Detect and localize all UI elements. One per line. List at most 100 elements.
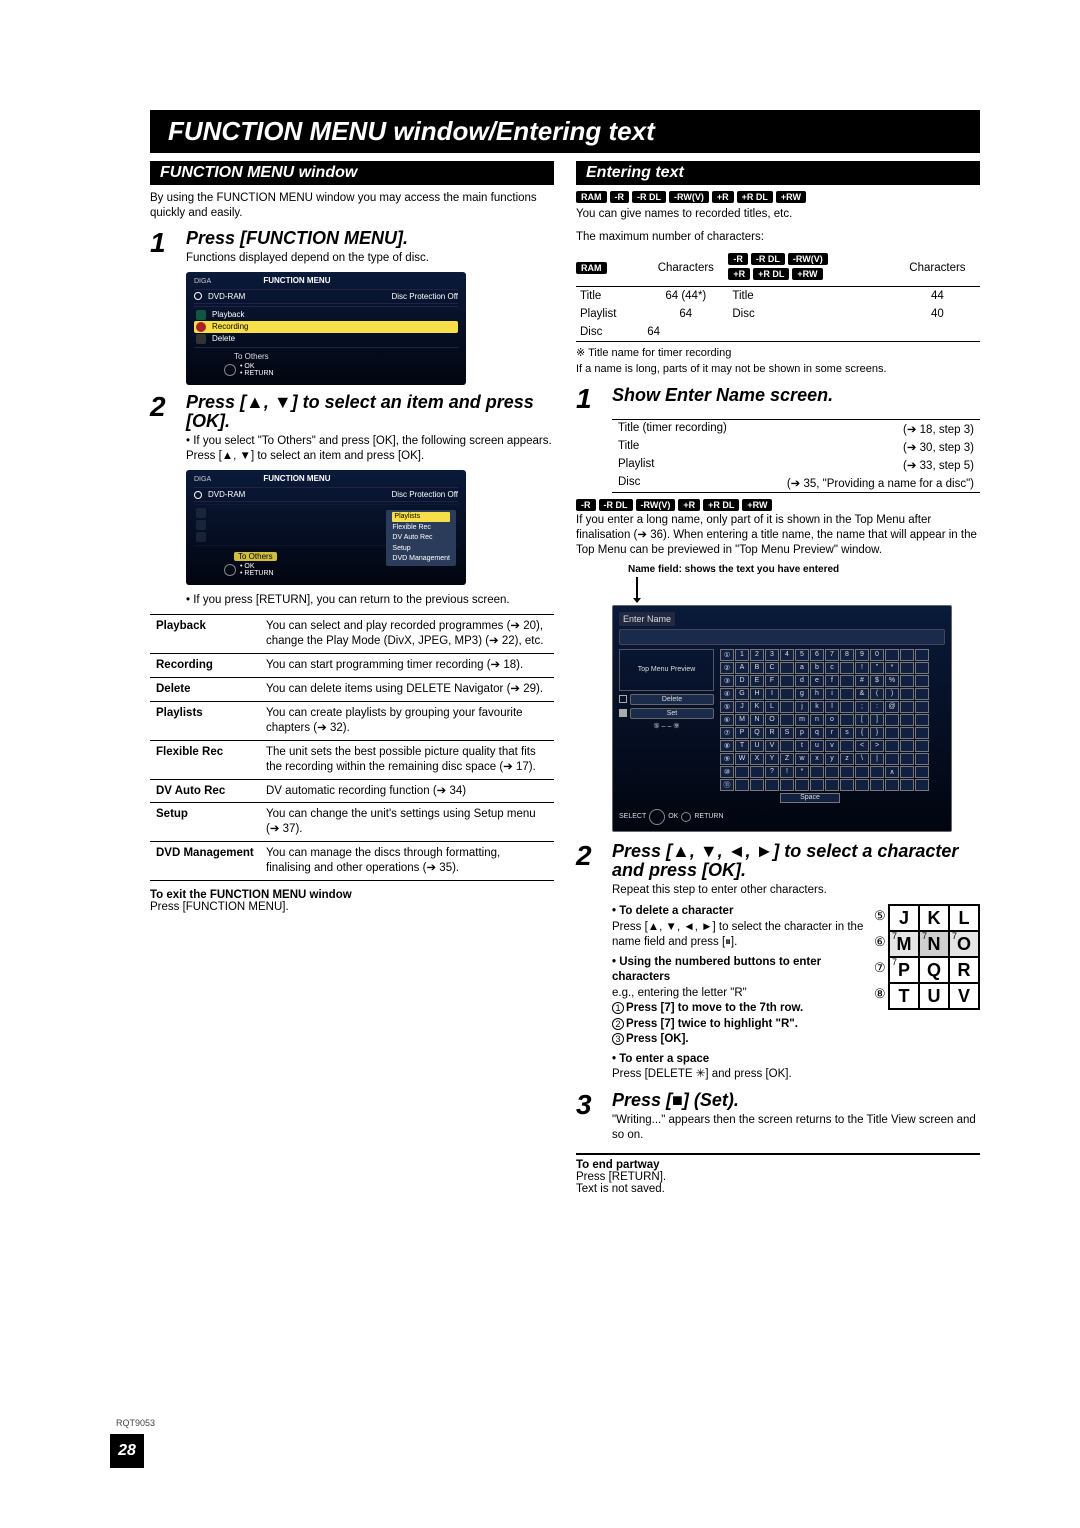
grid-cell[interactable] — [900, 714, 914, 726]
space-key[interactable]: Space — [780, 793, 840, 803]
grid-cell[interactable]: 8 — [840, 649, 854, 661]
grid-cell[interactable]: y — [825, 753, 839, 765]
grid-cell[interactable] — [855, 779, 869, 791]
grid-cell[interactable]: ④ — [720, 688, 734, 700]
grid-cell[interactable]: > — [870, 740, 884, 752]
grid-cell[interactable] — [825, 779, 839, 791]
grid-cell[interactable]: ③ — [720, 675, 734, 687]
grid-cell[interactable] — [885, 649, 899, 661]
grid-cell[interactable]: q — [810, 727, 824, 739]
set-button[interactable]: Set — [630, 708, 714, 719]
grid-cell[interactable]: J — [735, 701, 749, 713]
grid-cell[interactable]: U — [750, 740, 764, 752]
grid-cell[interactable]: ] — [870, 714, 884, 726]
grid-cell[interactable]: R — [765, 727, 779, 739]
grid-cell[interactable] — [900, 740, 914, 752]
grid-cell[interactable]: } — [870, 727, 884, 739]
grid-cell[interactable] — [900, 753, 914, 765]
grid-cell[interactable]: ⑧ — [720, 740, 734, 752]
grid-cell[interactable] — [900, 779, 914, 791]
grid-cell[interactable]: M — [735, 714, 749, 726]
grid-cell[interactable]: X — [750, 753, 764, 765]
to-others-selected[interactable]: To Others — [234, 552, 277, 561]
grid-cell[interactable]: C — [765, 662, 779, 674]
grid-cell[interactable] — [780, 701, 794, 713]
grid-cell[interactable]: 5 — [795, 649, 809, 661]
grid-cell[interactable] — [810, 779, 824, 791]
grid-cell[interactable]: ② — [720, 662, 734, 674]
grid-cell[interactable]: $ — [870, 675, 884, 687]
grid-cell[interactable]: a — [795, 662, 809, 674]
grid-cell[interactable]: K — [750, 701, 764, 713]
grid-cell[interactable] — [885, 714, 899, 726]
grid-cell[interactable]: | — [870, 753, 884, 765]
grid-cell[interactable]: @ — [885, 701, 899, 713]
grid-cell[interactable]: 0 — [870, 649, 884, 661]
grid-cell[interactable] — [870, 766, 884, 778]
grid-cell[interactable]: % — [885, 675, 899, 687]
grid-cell[interactable]: o — [825, 714, 839, 726]
grid-cell[interactable]: l — [825, 701, 839, 713]
grid-cell[interactable]: ⑩ — [720, 766, 734, 778]
submenu-setup[interactable]: Setup — [392, 544, 450, 554]
grid-cell[interactable] — [780, 675, 794, 687]
grid-cell[interactable] — [915, 675, 929, 687]
grid-cell[interactable] — [885, 740, 899, 752]
grid-cell[interactable]: { — [855, 727, 869, 739]
grid-cell[interactable]: * — [885, 662, 899, 674]
grid-cell[interactable]: s — [840, 727, 854, 739]
grid-cell[interactable]: w — [795, 753, 809, 765]
grid-cell[interactable] — [915, 714, 929, 726]
grid-cell[interactable]: ⑥ — [720, 714, 734, 726]
grid-cell[interactable] — [780, 662, 794, 674]
grid-cell[interactable]: h — [810, 688, 824, 700]
grid-cell[interactable]: c — [825, 662, 839, 674]
grid-cell[interactable]: ⑤ — [720, 701, 734, 713]
grid-cell[interactable]: F — [765, 675, 779, 687]
grid-cell[interactable] — [840, 701, 854, 713]
name-input-field[interactable] — [619, 629, 945, 645]
submenu-playlists[interactable]: Playlists — [392, 512, 450, 522]
grid-cell[interactable]: z — [840, 753, 854, 765]
grid-cell[interactable] — [780, 779, 794, 791]
grid-cell[interactable]: G — [735, 688, 749, 700]
grid-cell[interactable]: 1 — [735, 649, 749, 661]
grid-cell[interactable] — [915, 688, 929, 700]
grid-cell[interactable]: j — [795, 701, 809, 713]
grid-cell[interactable]: e — [810, 675, 824, 687]
grid-cell[interactable]: v — [825, 740, 839, 752]
grid-cell[interactable] — [915, 662, 929, 674]
grid-cell[interactable]: : — [870, 701, 884, 713]
grid-cell[interactable] — [885, 727, 899, 739]
submenu-dvdmgmt[interactable]: DVD Management — [392, 554, 450, 564]
grid-cell[interactable] — [900, 649, 914, 661]
grid-cell[interactable] — [735, 766, 749, 778]
grid-cell[interactable]: m — [795, 714, 809, 726]
grid-cell[interactable] — [750, 779, 764, 791]
grid-cell[interactable] — [885, 779, 899, 791]
grid-cell[interactable]: k — [810, 701, 824, 713]
grid-cell[interactable] — [840, 740, 854, 752]
grid-cell[interactable]: ( — [870, 688, 884, 700]
grid-cell[interactable]: ) — [885, 688, 899, 700]
menu-item-playback[interactable]: Playback — [194, 309, 458, 321]
grid-cell[interactable]: ! — [780, 766, 794, 778]
grid-cell[interactable]: f — [825, 675, 839, 687]
grid-cell[interactable]: i — [825, 688, 839, 700]
grid-cell[interactable]: V — [765, 740, 779, 752]
grid-cell[interactable]: I — [765, 688, 779, 700]
grid-cell[interactable]: D — [735, 675, 749, 687]
grid-cell[interactable]: [ — [855, 714, 869, 726]
grid-cell[interactable] — [870, 779, 884, 791]
submenu-dvauto[interactable]: DV Auto Rec — [392, 533, 450, 543]
grid-cell[interactable] — [750, 766, 764, 778]
grid-cell[interactable] — [900, 675, 914, 687]
grid-cell[interactable]: E — [750, 675, 764, 687]
grid-cell[interactable]: L — [765, 701, 779, 713]
grid-cell[interactable]: " — [870, 662, 884, 674]
grid-cell[interactable] — [765, 779, 779, 791]
grid-cell[interactable]: S — [780, 727, 794, 739]
grid-cell[interactable] — [810, 766, 824, 778]
grid-cell[interactable]: Q — [750, 727, 764, 739]
grid-cell[interactable] — [900, 688, 914, 700]
